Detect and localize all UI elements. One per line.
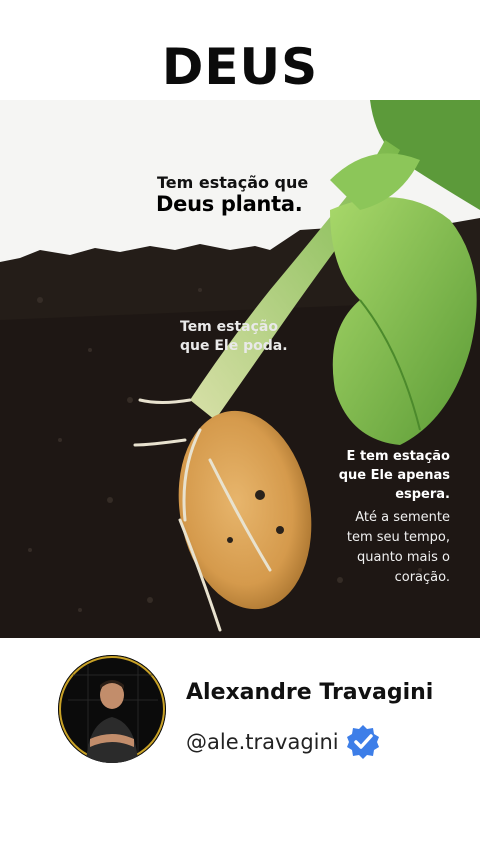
quote-tail-line-3: quanto mais o	[357, 550, 450, 565]
quote-tail-line-2: tem seu tempo,	[346, 530, 450, 545]
profile-card: Alexandre Travagini @ale.travagini	[0, 638, 480, 854]
profile-handle[interactable]: @ale.travagini	[186, 730, 339, 754]
sprouting-seed-image: Tem estação que Deus planta. Tem estação…	[0, 100, 480, 638]
verified-badge-icon	[347, 725, 379, 759]
quote-tail-line-4: coração.	[394, 570, 450, 585]
quote-line-2: Deus planta.	[156, 192, 303, 216]
quote-mid-block: Tem estação que Ele poda.	[180, 318, 288, 356]
quote-mid-line-1: Tem estação	[180, 319, 278, 335]
quote-tail-line-1: Até a semente	[355, 510, 450, 525]
quote-mid-line-2: que Ele poda.	[180, 338, 288, 354]
profile-name: Alexandre Travagini	[186, 680, 434, 705]
avatar[interactable]	[58, 655, 166, 763]
avatar-photo	[58, 655, 166, 763]
quote-right-line-1: E tem estação	[346, 449, 450, 464]
quote-line-1: Tem estação que	[157, 173, 309, 192]
page-title: DEUS	[161, 38, 319, 96]
quote-right-block: E tem estação que Ele apenas espera.	[300, 447, 450, 504]
quote-right-line-2: que Ele apenas	[338, 468, 450, 483]
quote-tail-block: Até a semente tem seu tempo, quanto mais…	[280, 508, 450, 588]
quote-right-line-3: espera.	[395, 487, 450, 502]
